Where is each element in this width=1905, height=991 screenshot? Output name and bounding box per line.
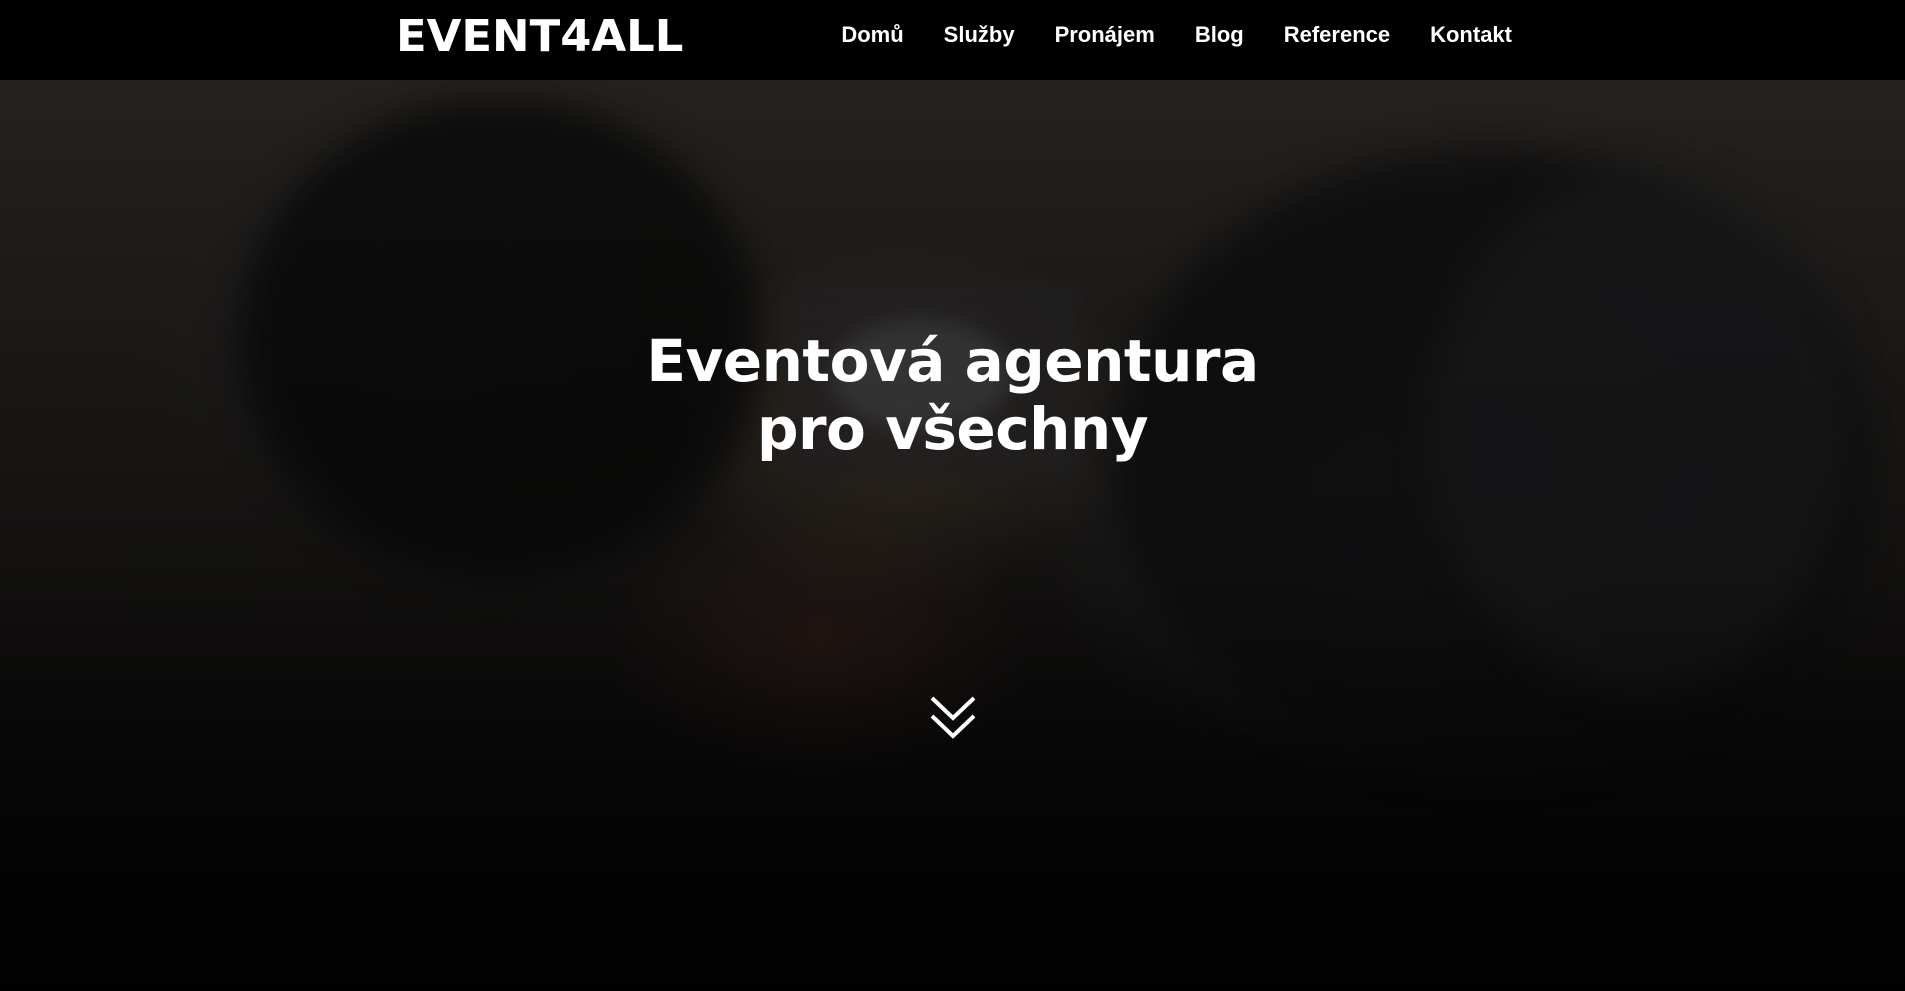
page: EVENT4ALL Domů Služby Pronájem Blog Refe…	[0, 0, 1905, 991]
nav-item-pronajem[interactable]: Pronájem	[1055, 22, 1155, 48]
hero-title: Eventová agentura pro všechny	[0, 327, 1905, 463]
double-chevron-down-svg	[930, 696, 976, 739]
hero-title-line1: Eventová agentura	[646, 327, 1259, 395]
nav-item-sluzby[interactable]: Služby	[944, 22, 1015, 48]
hero-section: Eventová agentura pro všechny	[0, 80, 1905, 991]
site-logo[interactable]: EVENT4ALL	[396, 9, 683, 65]
hero-overlay	[0, 80, 1905, 991]
site-header: EVENT4ALL Domů Služby Pronájem Blog Refe…	[0, 0, 1905, 80]
nav-item-domu[interactable]: Domů	[841, 22, 903, 48]
nav-item-kontakt[interactable]: Kontakt	[1430, 22, 1512, 48]
nav-item-blog[interactable]: Blog	[1195, 22, 1244, 48]
hero-title-line2: pro všechny	[756, 395, 1149, 463]
main-nav: Domů Služby Pronájem Blog Reference Kont…	[841, 0, 1512, 70]
nav-item-reference[interactable]: Reference	[1284, 22, 1390, 48]
double-chevron-down-icon[interactable]	[929, 694, 977, 742]
